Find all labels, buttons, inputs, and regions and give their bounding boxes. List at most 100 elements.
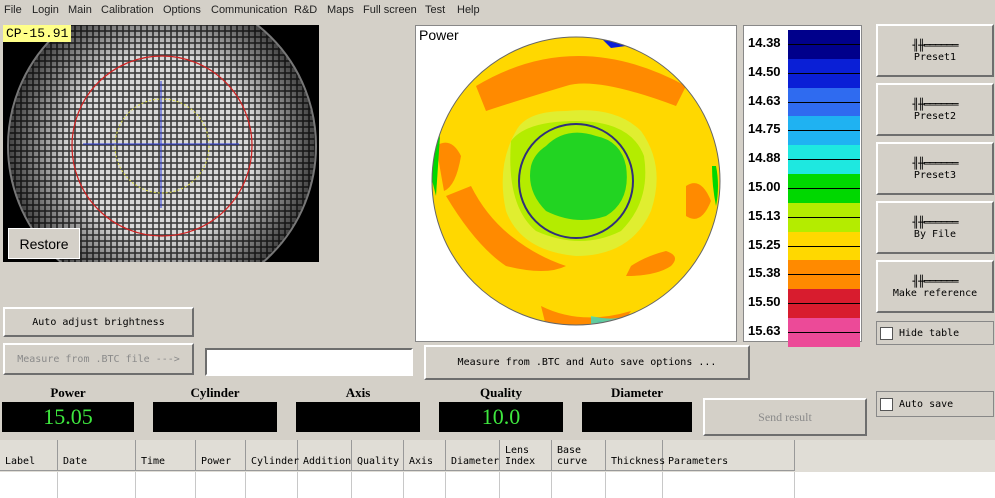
diameter-label: Diameter xyxy=(611,385,663,400)
diameter-value xyxy=(582,402,692,432)
menu-file[interactable]: File xyxy=(4,4,22,16)
scale-tick xyxy=(788,188,860,189)
menu-test[interactable]: Test xyxy=(425,4,445,16)
camera-view[interactable] xyxy=(3,25,319,262)
restore-button[interactable]: Restore xyxy=(8,228,80,259)
scale-tick xyxy=(788,303,860,305)
scale-tick xyxy=(788,159,860,161)
auto-adjust-brightness-button[interactable]: Auto adjust brightness xyxy=(3,307,194,337)
table-cell xyxy=(298,472,352,498)
table-cell xyxy=(606,472,663,498)
measure-from-btc-file-button[interactable]: Measure from .BTC file ---> xyxy=(3,343,194,375)
table-column-header[interactable]: Date xyxy=(58,440,136,471)
scale-label: 15.63 xyxy=(748,323,781,338)
power-label: Power xyxy=(50,385,86,400)
table-cell xyxy=(246,472,298,498)
by-file-button[interactable]: ╢╫══════ By File xyxy=(876,201,994,254)
auto-save-checkbox[interactable]: Auto save xyxy=(876,391,994,417)
scale-label: 15.50 xyxy=(748,294,781,310)
menu-help[interactable]: Help xyxy=(457,4,480,16)
cylinder-label: Cylinder xyxy=(190,385,240,400)
menu-communication[interactable]: Communication xyxy=(211,4,287,16)
send-result-button[interactable]: Send result xyxy=(703,398,867,436)
table-column-header[interactable]: Label xyxy=(0,440,58,471)
preset1-label: Preset1 xyxy=(913,51,957,63)
make-reference-button[interactable]: ╢╫══════ Make reference xyxy=(876,260,994,313)
scale-label: 14.75 xyxy=(748,121,781,137)
checkbox-box[interactable] xyxy=(880,326,893,340)
quality-label: Quality xyxy=(480,385,522,400)
table-cell xyxy=(196,472,246,498)
menu-maps[interactable]: Maps xyxy=(327,4,354,16)
scale-tick xyxy=(788,332,860,333)
tool-icon: ╢╫══════ xyxy=(912,156,959,170)
axis-value xyxy=(296,402,420,432)
measure-btc-auto-save-options-button[interactable]: Measure from .BTC and Auto save options … xyxy=(424,345,750,380)
menu-login[interactable]: Login xyxy=(32,4,59,16)
menu-bar: File Login Main Calibration Options Comm… xyxy=(0,0,995,22)
scale-tick xyxy=(788,101,860,103)
btc-file-path-input[interactable] xyxy=(205,348,413,376)
menu-full-screen[interactable]: Full screen xyxy=(363,4,417,16)
scale-tick xyxy=(788,274,860,276)
scale-label: 14.50 xyxy=(748,63,781,79)
table-cell xyxy=(446,472,500,498)
checkbox-box[interactable] xyxy=(880,397,893,411)
table-cell xyxy=(500,472,552,498)
scale-tick xyxy=(788,44,860,45)
make-reference-label: Make reference xyxy=(892,287,978,299)
table-cell xyxy=(663,472,795,498)
table-column-header[interactable]: Parameters xyxy=(663,440,795,471)
scale-tick xyxy=(788,130,860,132)
preset1-button[interactable]: ╢╫══════ Preset1 xyxy=(876,24,994,77)
axis-label: Axis xyxy=(345,385,371,400)
tool-icon: ╢╫══════ xyxy=(912,38,959,52)
scale-tick xyxy=(788,72,860,74)
cylinder-value xyxy=(153,402,277,432)
table-column-header[interactable]: Quality xyxy=(352,440,404,471)
preset3-button[interactable]: ╢╫══════ Preset3 xyxy=(876,142,994,195)
table-column-header[interactable]: Lens Index xyxy=(500,440,552,471)
scale-label: 15.25 xyxy=(748,236,781,252)
table-cell xyxy=(552,472,606,498)
table-column-header[interactable]: Cylinder xyxy=(246,440,299,471)
table-column-header[interactable]: Addition xyxy=(298,440,352,471)
table-column-header[interactable]: Axis xyxy=(404,440,446,471)
table-column-header[interactable]: Thickness xyxy=(606,440,665,471)
preset3-label: Preset3 xyxy=(913,169,957,181)
scale-label: 14.63 xyxy=(748,92,781,108)
menu-main[interactable]: Main xyxy=(68,4,92,16)
scale-label: 14.38 xyxy=(748,35,781,50)
color-scale: 14.38 14.50 14.63 14.75 14.88 15.00 15.13 15.25… xyxy=(743,25,862,347)
table-column-header[interactable]: Base curve xyxy=(552,440,606,471)
scale-label: 15.38 xyxy=(748,265,781,281)
tool-icon: ╢╫══════ xyxy=(912,274,959,288)
hide-table-label: Hide table xyxy=(899,327,960,339)
tool-icon: ╢╫══════ xyxy=(912,215,959,229)
preset2-label: Preset2 xyxy=(913,110,957,122)
menu-options[interactable]: Options xyxy=(163,4,201,16)
table-cell xyxy=(352,472,404,498)
results-table-body xyxy=(0,472,995,498)
preset2-button[interactable]: ╢╫══════ Preset2 xyxy=(876,83,994,136)
camera-overlay-label: CP-15.91 xyxy=(3,25,72,42)
menu-calibration[interactable]: Calibration xyxy=(101,4,154,16)
hide-table-checkbox[interactable]: Hide table xyxy=(876,321,994,345)
camera-image xyxy=(7,25,317,262)
power-map xyxy=(415,25,737,342)
scale-label: 15.00 xyxy=(748,179,781,194)
results-table-header: Label Date Time Power Cylinder Addition Qualit… xyxy=(0,440,995,472)
power-map-title: Power xyxy=(419,27,459,43)
table-cell xyxy=(404,472,446,498)
scale-tick xyxy=(788,216,860,218)
table-column-header[interactable]: Time xyxy=(136,440,196,471)
table-column-header[interactable]: Power xyxy=(196,440,246,471)
menu-rd[interactable]: R&D xyxy=(294,4,317,16)
table-column-header[interactable]: Diameter xyxy=(446,440,500,471)
tool-icon: ╢╫══════ xyxy=(912,97,959,111)
scale-tick xyxy=(788,245,860,247)
scale-label: 14.88 xyxy=(748,150,781,166)
power-value: 15.05 xyxy=(2,402,134,432)
table-cell xyxy=(0,472,58,498)
by-file-label: By File xyxy=(913,228,957,240)
